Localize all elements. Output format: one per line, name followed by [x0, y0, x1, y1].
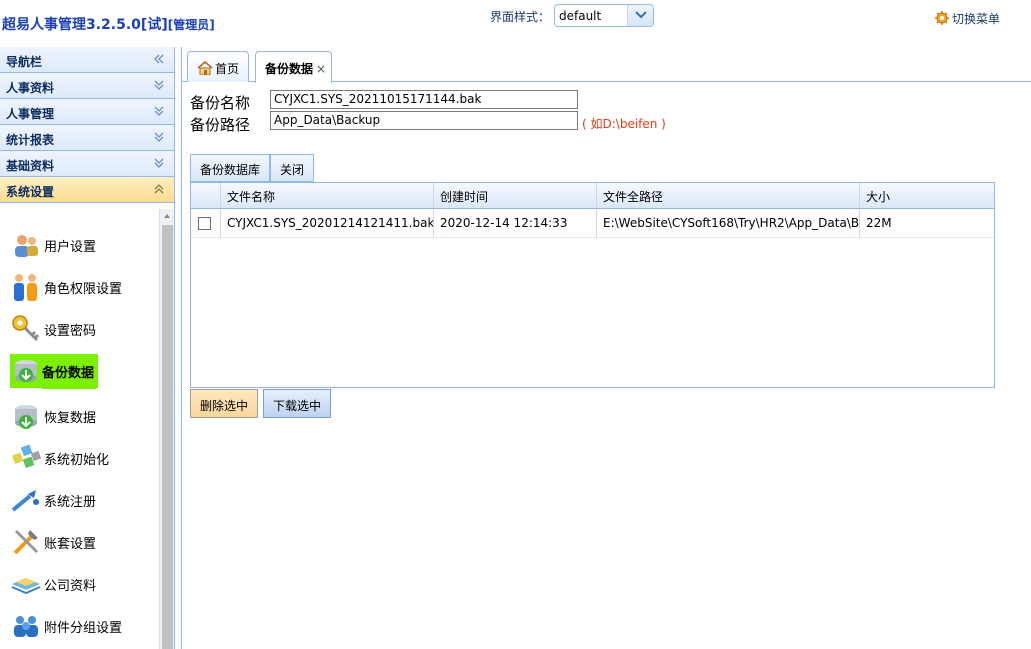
- nav-item-backup-data[interactable]: 备份数据: [10, 353, 99, 389]
- nav-title: 导航栏: [0, 47, 174, 73]
- cell-full-path: E:\WebSite\CYSoft168\Try\HR2\App_Data\Ba…: [597, 210, 860, 237]
- nav-item-label: 恢复数据: [44, 410, 97, 426]
- nav-items-panel: 用户设置 角色权限设置 设置密码 备份数据 恢复数据 系统初始化 系统注册 账套…: [0, 209, 174, 649]
- key-icon: [12, 315, 40, 342]
- chevron-up-icon: [154, 184, 164, 194]
- column-header-size[interactable]: 大小: [860, 183, 994, 208]
- close-button[interactable]: 关闭: [270, 154, 315, 182]
- gear-icon: [935, 11, 949, 25]
- backup-icon: [15, 360, 37, 382]
- close-icon[interactable]: ×: [316, 62, 326, 76]
- row-checkbox-cell: [191, 210, 221, 237]
- grid-header: 文件名称 创建时间 文件全路径 大小: [191, 183, 994, 209]
- tab-backup-data[interactable]: 备份数据 ×: [255, 51, 332, 83]
- nav-section-label: 人事资料: [6, 81, 55, 95]
- nav-item-attachment-groups[interactable]: 附件分组设置: [10, 609, 122, 643]
- nav-section-hr-manage[interactable]: 人事管理: [0, 99, 174, 125]
- tab-bar: 首页 备份数据 ×: [182, 47, 1031, 83]
- column-header-file-name[interactable]: 文件名称: [221, 183, 434, 208]
- style-select-value: default: [559, 9, 602, 23]
- nav-item-label: 备份数据: [42, 353, 97, 389]
- chevron-down-icon[interactable]: [627, 5, 653, 26]
- nav-item-label: 系统初始化: [44, 452, 110, 468]
- nav-section-label: 系统设置: [6, 185, 55, 199]
- column-header-full-path[interactable]: 文件全路径: [597, 183, 860, 208]
- download-selected-button[interactable]: 下载选中: [263, 389, 332, 418]
- nav-item-user-settings[interactable]: 用户设置: [10, 228, 96, 262]
- tab-home[interactable]: 首页: [187, 51, 249, 82]
- chevron-down-icon: [154, 80, 164, 90]
- sidebar-scrollbar[interactable]: [159, 209, 174, 649]
- switch-menu-label: 切换菜单: [952, 12, 1001, 26]
- nav-item-label: 账套设置: [44, 536, 97, 552]
- nav-section-label: 人事管理: [6, 107, 55, 121]
- book-icon: [11, 578, 41, 595]
- backup-path-field[interactable]: App_Data\Backup: [270, 111, 578, 130]
- chevron-down-icon: [154, 158, 164, 168]
- backup-database-button[interactable]: 备份数据库: [190, 154, 271, 182]
- backup-name-field[interactable]: CYJXC1.SYS_20211015171144.bak: [270, 90, 578, 109]
- tab-home-label: 首页: [215, 62, 240, 76]
- register-icon: [11, 490, 39, 512]
- tools-icon: [13, 529, 39, 555]
- header: 超易人事管理3.2.5.0[试][管理员] 界面样式： default 切换菜单: [0, 0, 1031, 46]
- nav-item-label: 附件分组设置: [44, 620, 123, 636]
- init-icon: [11, 444, 42, 469]
- sidebar: 导航栏 人事资料 人事管理 统计报表 基础资料 系统设置 用户设置 角色权限设置…: [0, 47, 175, 649]
- nav-item-company-info[interactable]: 公司资料: [10, 567, 96, 601]
- nav-section-label: 统计报表: [6, 133, 55, 147]
- nav-item-system-init[interactable]: 系统初始化: [10, 441, 109, 475]
- cell-file-name: CYJXC1.SYS_20201214121411.bak: [221, 210, 434, 237]
- delete-selected-button[interactable]: 删除选中: [190, 389, 259, 418]
- users-icon: [15, 235, 38, 257]
- nav-item-label: 角色权限设置: [44, 281, 123, 297]
- nav-title-label: 导航栏: [6, 55, 43, 69]
- scrollbar-thumb[interactable]: [162, 225, 173, 649]
- group-icon: [14, 616, 38, 637]
- main-panel: 首页 备份数据 × 备份名称 CYJXC1.SYS_20211015171144.…: [181, 47, 1031, 649]
- nav-section-system[interactable]: 系统设置: [0, 177, 174, 203]
- nav-section-label: 基础资料: [6, 159, 55, 173]
- nav-item-restore-data[interactable]: 恢复数据: [10, 399, 96, 433]
- app-title-text: 超易人事管理3.2.5.0[试]: [2, 17, 168, 33]
- tab-backup-label: 备份数据: [265, 62, 314, 76]
- style-select[interactable]: default: [554, 4, 654, 27]
- style-label: 界面样式：: [490, 10, 551, 24]
- backup-file-grid: 文件名称 创建时间 文件全路径 大小 CYJXC1.SYS_2020121412…: [190, 182, 995, 388]
- nav-section-reports[interactable]: 统计报表: [0, 125, 174, 151]
- column-header-created-time[interactable]: 创建时间: [434, 183, 597, 208]
- nav-item-label: 设置密码: [44, 323, 97, 339]
- cell-created-time: 2020-12-14 12:14:33: [434, 210, 597, 237]
- backup-path-label: 备份路径: [190, 116, 251, 134]
- path-hint: ( 如D:\beifen ): [582, 117, 666, 131]
- app-role: [管理员]: [167, 18, 215, 32]
- nav-item-role-permissions[interactable]: 角色权限设置: [10, 270, 122, 304]
- nav-item-label: 系统注册: [44, 494, 97, 510]
- home-icon: [197, 60, 213, 76]
- cell-size: 22M: [866, 216, 892, 230]
- nav-item-set-password[interactable]: 设置密码: [10, 312, 96, 346]
- switch-menu-button[interactable]: 切换菜单: [934, 10, 1000, 27]
- roles-icon: [14, 274, 37, 301]
- backup-name-label: 备份名称: [190, 94, 251, 112]
- nav-section-basic-data[interactable]: 基础资料: [0, 151, 174, 177]
- grid-header-checkbox-cell: [191, 183, 221, 208]
- row-checkbox[interactable]: [198, 217, 211, 230]
- collapse-left-icon[interactable]: [152, 52, 166, 66]
- chevron-down-icon: [154, 106, 164, 116]
- app-title: 超易人事管理3.2.5.0[试][管理员]: [2, 14, 215, 34]
- nav-item-label: 公司资料: [44, 578, 97, 594]
- table-row[interactable]: CYJXC1.SYS_20201214121411.bak 2020-12-14…: [191, 210, 994, 238]
- nav-item-system-register[interactable]: 系统注册: [10, 483, 96, 517]
- restore-icon: [15, 405, 37, 429]
- nav-item-account-set[interactable]: 账套设置: [10, 525, 96, 559]
- chevron-down-icon: [154, 132, 164, 142]
- nav-section-hr-data[interactable]: 人事资料: [0, 73, 174, 99]
- nav-item-label: 用户设置: [44, 239, 97, 255]
- scroll-up-icon[interactable]: [160, 209, 174, 223]
